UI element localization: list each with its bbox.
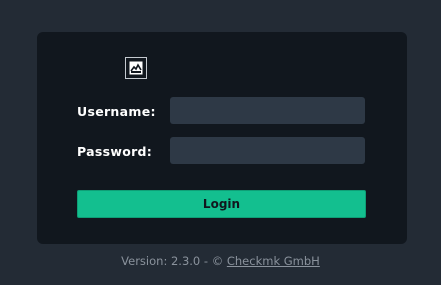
username-input[interactable] bbox=[170, 97, 365, 124]
version-text: Version: 2.3.0 - © bbox=[121, 254, 227, 268]
version-footer: Version: 2.3.0 - © Checkmk GmbH bbox=[0, 254, 441, 268]
login-panel: Username: Password: Login bbox=[37, 32, 407, 244]
password-input[interactable] bbox=[170, 137, 365, 164]
checkmk-logo-icon bbox=[125, 57, 147, 79]
login-page: Username: Password: Login Version: 2.3.0… bbox=[0, 0, 441, 285]
username-label: Username: bbox=[77, 104, 156, 119]
password-label: Password: bbox=[77, 144, 153, 159]
company-link[interactable]: Checkmk GmbH bbox=[227, 254, 320, 268]
login-button[interactable]: Login bbox=[77, 190, 366, 218]
